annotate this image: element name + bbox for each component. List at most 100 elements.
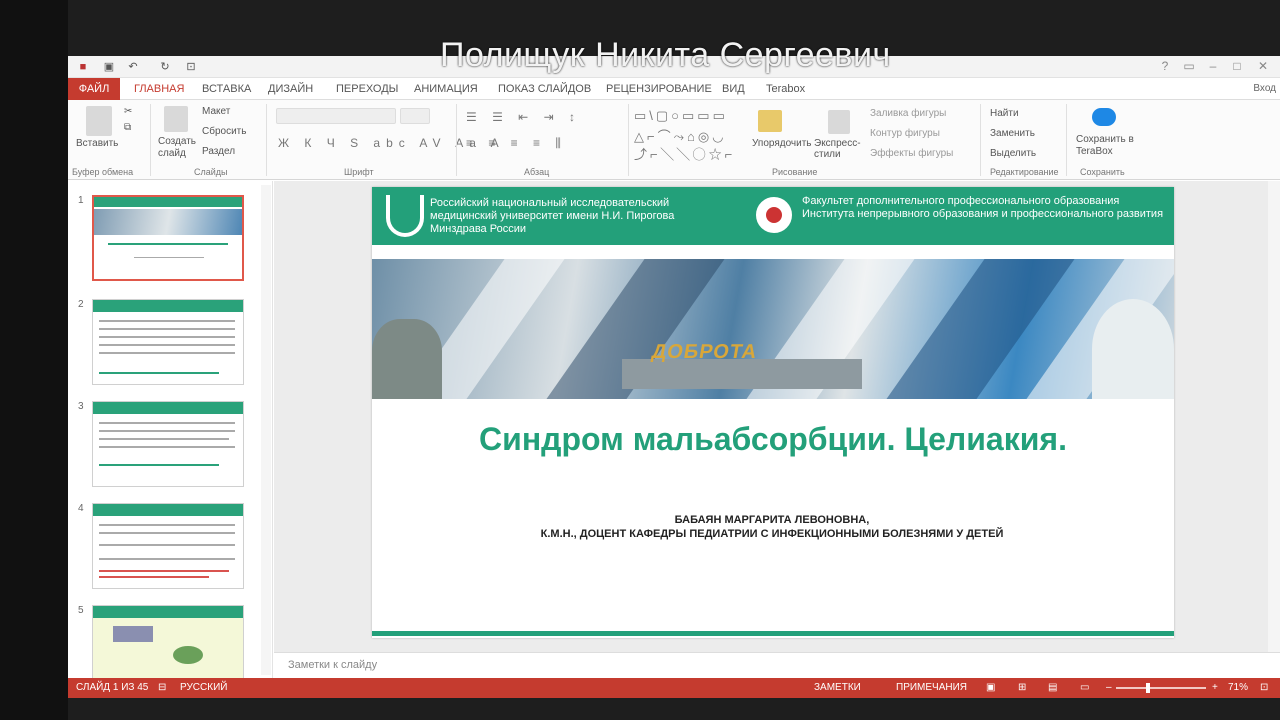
alignment-buttons[interactable]: ≡ ≡ ≡ ≡ ⫼ xyxy=(466,136,567,151)
slide-thumbnail-1[interactable] xyxy=(92,195,244,281)
new-slide-icon[interactable] xyxy=(164,106,188,132)
list-buttons[interactable]: ☰ ☰ ⇤ ⇥ ↕ xyxy=(466,110,581,124)
tab-file[interactable]: ФАЙЛ xyxy=(68,78,120,100)
cut-icon[interactable]: ✂ xyxy=(124,106,132,117)
font-name-box[interactable] xyxy=(276,108,396,124)
tab-home[interactable]: ГЛАВНАЯ xyxy=(134,78,184,100)
slide-thumbnail-5[interactable] xyxy=(92,605,244,679)
thumb-line xyxy=(99,344,235,346)
paste-icon[interactable] xyxy=(86,106,112,136)
slide-thumbnail-2[interactable] xyxy=(92,299,244,385)
thumb-line xyxy=(99,438,229,440)
shape-fill-button[interactable]: Заливка фигуры xyxy=(870,108,946,119)
thumb-title-line xyxy=(108,243,228,245)
maximize-icon[interactable]: □ xyxy=(1226,59,1248,73)
account-name[interactable]: Вход xyxy=(1253,78,1276,100)
reset-button[interactable]: Сбросить xyxy=(202,126,246,137)
notes-pane[interactable]: Заметки к слайду xyxy=(274,652,1280,678)
notes-button[interactable]: ЗАМЕТКИ xyxy=(814,682,861,693)
thumb-line xyxy=(134,257,204,258)
zoom-slider[interactable] xyxy=(1116,687,1206,689)
group-editing: Редактирование xyxy=(990,167,1059,177)
shapes-gallery-row3[interactable]: ⤴⌐╲╲◯☆⌐ xyxy=(634,144,735,163)
separator xyxy=(456,104,457,176)
tab-terabox[interactable]: Terabox xyxy=(766,78,805,100)
new-slide-button[interactable]: Создать слайд xyxy=(158,136,198,160)
shape-effects-button[interactable]: Эффекты фигуры xyxy=(870,148,953,159)
separator xyxy=(628,104,629,176)
cloud-icon[interactable] xyxy=(1092,108,1116,126)
undo-icon[interactable]: ↶ xyxy=(126,60,140,74)
tab-insert[interactable]: ВСТАВКА xyxy=(202,78,251,100)
slide-header-banner: Российский национальный исследовательски… xyxy=(372,187,1174,245)
slide-sorter-icon[interactable]: ⊞ xyxy=(1018,682,1026,693)
screen: Полищук Никита Сергеевич ■ ▣ ↶ ↻ ⊡ ? ▭ –… xyxy=(0,0,1280,720)
powerpoint-window: ■ ▣ ↶ ↻ ⊡ ? ▭ – □ ✕ ФАЙЛ ГЛАВНАЯ ВСТАВКА… xyxy=(68,56,1280,720)
thumb-line xyxy=(99,464,219,466)
arrange-button[interactable]: Упорядочить xyxy=(752,138,812,149)
shapes-gallery-row2[interactable]: △⌐⌒⤳⌂◎◡ xyxy=(634,126,727,145)
group-clipboard: Буфер обмена xyxy=(72,167,134,177)
save-icon[interactable]: ▣ xyxy=(102,60,116,74)
comments-button[interactable]: ПРИМЕЧАНИЯ xyxy=(896,682,967,693)
customize-icon[interactable]: ⊡ xyxy=(184,60,198,74)
notes-placeholder: Заметки к слайду xyxy=(288,659,378,671)
thumbnail-number: 2 xyxy=(78,299,84,310)
slideshow-icon[interactable]: ▭ xyxy=(1080,682,1089,693)
tab-design[interactable]: ДИЗАЙН xyxy=(268,78,313,100)
ribbon-options-icon[interactable]: ▭ xyxy=(1178,59,1200,73)
find-button[interactable]: Найти xyxy=(990,108,1019,119)
group-paragraph: Абзац xyxy=(524,167,550,177)
font-size-box[interactable] xyxy=(400,108,430,124)
thumb-image xyxy=(113,626,153,642)
thumb-line xyxy=(99,422,235,424)
faculty-emblem-icon xyxy=(756,197,792,233)
quick-styles-button[interactable]: Экспресс-стили xyxy=(814,138,864,160)
replace-button[interactable]: Заменить xyxy=(990,128,1035,139)
redo-icon[interactable]: ↻ xyxy=(158,60,172,74)
quick-styles-icon[interactable] xyxy=(828,110,850,134)
tab-animations[interactable]: АНИМАЦИЯ xyxy=(414,78,478,100)
spellcheck-icon[interactable]: ⊟ xyxy=(158,682,166,693)
minimize-icon[interactable]: – xyxy=(1202,59,1224,73)
tab-slideshow[interactable]: ПОКАЗ СЛАЙДОВ xyxy=(498,78,591,100)
slide-thumbnail-4[interactable] xyxy=(92,503,244,589)
thumbnails-scrollbar[interactable] xyxy=(261,185,271,675)
help-icon[interactable]: ? xyxy=(1154,59,1176,73)
layout-button[interactable]: Макет xyxy=(202,106,230,117)
save-terabox-button[interactable]: Сохранить в TeraBox xyxy=(1076,134,1136,158)
language-indicator[interactable]: РУССКИЙ xyxy=(180,682,227,693)
separator xyxy=(1066,104,1067,176)
shapes-gallery[interactable]: ▭\▢○▭▭▭ xyxy=(634,108,728,124)
close-icon[interactable]: ✕ xyxy=(1252,59,1274,73)
zoom-in-icon[interactable]: + xyxy=(1212,682,1218,693)
shape-outline-button[interactable]: Контур фигуры xyxy=(870,128,940,139)
thumbnail-number: 1 xyxy=(78,195,84,206)
thumb-line xyxy=(99,430,235,432)
select-button[interactable]: Выделить xyxy=(990,148,1036,159)
copy-icon[interactable]: ⧉ xyxy=(124,122,131,133)
app-icon: ■ xyxy=(79,61,87,73)
faculty-name: Факультет дополнительного профессиональн… xyxy=(802,195,1164,220)
group-save: Сохранить xyxy=(1080,167,1125,177)
paste-button[interactable]: Вставить xyxy=(76,138,118,149)
zoom-slider-handle[interactable] xyxy=(1146,683,1150,693)
fit-slide-icon[interactable]: ⊡ xyxy=(1260,682,1268,693)
current-slide[interactable]: Российский национальный исследовательски… xyxy=(372,187,1174,638)
thumb-line xyxy=(99,544,235,546)
zoom-out-icon[interactable]: – xyxy=(1106,682,1112,693)
thumb-line xyxy=(99,524,235,526)
reading-view-icon[interactable]: ▤ xyxy=(1048,682,1057,693)
tab-view[interactable]: ВИД xyxy=(722,78,745,100)
normal-view-icon[interactable]: ▣ xyxy=(986,682,995,693)
section-button[interactable]: Раздел xyxy=(202,146,235,157)
slide-thumbnail-3[interactable] xyxy=(92,401,244,487)
editor-scrollbar[interactable] xyxy=(1268,181,1280,652)
tab-transitions[interactable]: ПЕРЕХОДЫ xyxy=(336,78,398,100)
thumb-line xyxy=(99,336,235,338)
arrange-icon[interactable] xyxy=(758,110,782,132)
thumb-header xyxy=(93,504,243,516)
thumb-image xyxy=(173,646,203,664)
tab-review[interactable]: РЕЦЕНЗИРОВАНИЕ xyxy=(606,78,712,100)
zoom-level[interactable]: 71% xyxy=(1228,682,1248,693)
